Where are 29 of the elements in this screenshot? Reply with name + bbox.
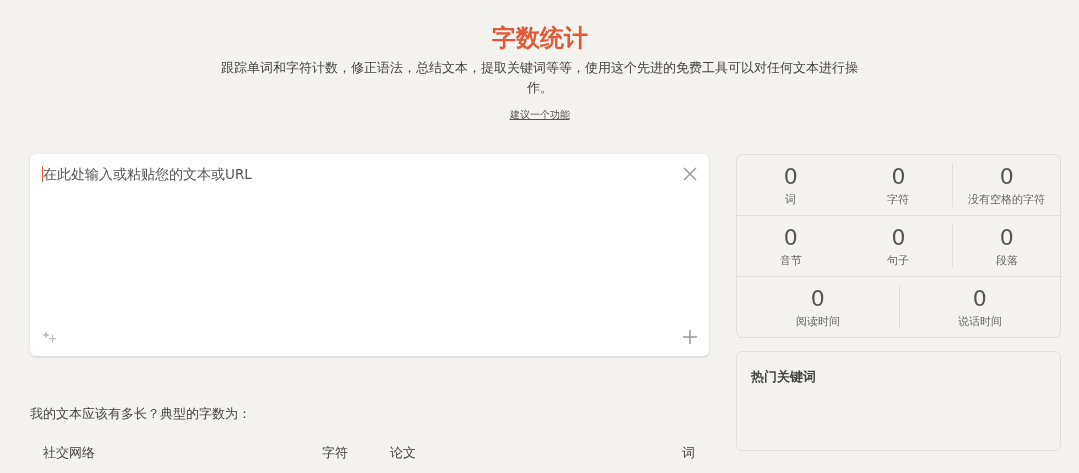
table-cell-text: 论文	[390, 445, 417, 462]
stat-label: 词	[785, 192, 797, 207]
plus-icon[interactable]	[683, 330, 697, 344]
stat-label: 句子	[887, 253, 910, 268]
stat-value: 0	[891, 224, 906, 252]
table-cell-text: 字符	[322, 445, 349, 462]
stat-label: 阅读时间	[795, 314, 840, 329]
sparkle-icon[interactable]	[42, 330, 56, 344]
stat-label: 段落	[995, 253, 1018, 268]
stat-label: 字符	[887, 192, 910, 207]
stat-label: 没有空格的字符	[968, 192, 1046, 207]
length-question: 我的文本应该有多长？典型的字数为：	[30, 406, 252, 423]
stat-value: 0	[783, 224, 798, 252]
page-subtitle: 跟踪单词和字符计数，修正语法，总结文本，提取关键词等等，使用这个先进的免费工具可以对任何文本进行操作。	[220, 59, 859, 97]
stat-value: 0	[783, 163, 798, 191]
stat-value: 0	[891, 163, 906, 191]
suggest-link[interactable]: 建议一个功能	[509, 108, 570, 122]
text-input[interactable]: 在此处输入或粘贴您的文本或URL	[42, 166, 683, 182]
stat-label: 音节	[779, 253, 802, 268]
stat-label: 说话时间	[957, 314, 1002, 329]
table-cell-text: 社交网络	[43, 445, 96, 462]
close-icon[interactable]	[683, 167, 697, 181]
stat-value: 0	[999, 224, 1014, 252]
stat-value: 0	[810, 285, 825, 313]
keywords-title: 热门关键词	[751, 369, 816, 384]
table-cell-text: 词	[682, 445, 696, 462]
stat-value: 0	[972, 285, 987, 313]
stat-value: 0	[999, 163, 1014, 191]
page-title: 字数统计	[491, 23, 588, 54]
